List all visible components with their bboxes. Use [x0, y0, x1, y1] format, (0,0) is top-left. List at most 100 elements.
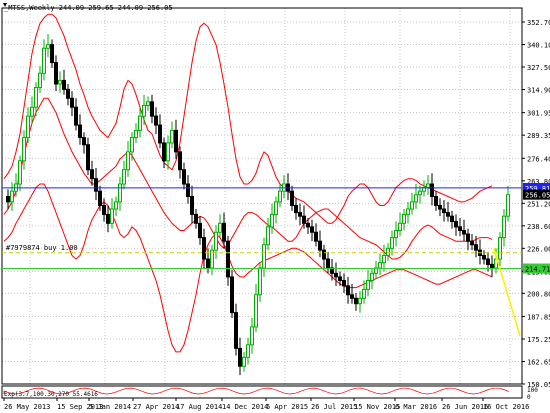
candle-body — [490, 263, 494, 269]
candle-body — [194, 213, 198, 224]
indicator-axis-bottom: 0 — [527, 394, 531, 401]
candle-body — [386, 247, 390, 256]
candle-body — [338, 276, 342, 281]
candle-body — [54, 62, 58, 85]
candle-body — [354, 297, 358, 305]
candle-body — [242, 356, 246, 367]
candle-body — [146, 101, 150, 106]
bollinger-lower-band — [3, 183, 493, 353]
candle-body — [34, 87, 38, 108]
green-line-price-label: 214.71 — [525, 265, 550, 273]
candle-body — [334, 272, 338, 278]
last-price-label: 256.05 — [525, 192, 550, 200]
price-axis-label: 314.90 — [527, 87, 550, 95]
candle-body — [238, 347, 242, 367]
candle-body — [342, 279, 346, 287]
candle-body — [170, 129, 174, 144]
candle-body — [450, 215, 454, 223]
price-axis-label: 352.70 — [527, 19, 550, 27]
candle-body — [274, 201, 278, 215]
indicator-label: Exp(3.7,100.30,270 55.4616 — [4, 391, 98, 398]
candle-body — [226, 240, 230, 278]
candle-body — [198, 222, 202, 239]
candle-body — [222, 222, 226, 242]
price-chart[interactable]: #7979874 buy 1.00 352.70 340.10 327.50 314.9… — [0, 0, 550, 413]
price-axis-label: 289.35 — [527, 132, 550, 140]
candle-body — [18, 160, 22, 185]
candle-body — [410, 201, 414, 210]
candle-body — [98, 190, 102, 206]
candle-body — [394, 229, 398, 239]
candle-body — [390, 237, 394, 249]
candle-body — [474, 244, 478, 251]
candle-body — [102, 204, 106, 215]
candle-body — [294, 204, 298, 214]
candle-body — [130, 137, 134, 153]
candle-body — [302, 215, 306, 224]
indicator-axis-top: 100 — [527, 387, 538, 394]
plot-frame — [1, 7, 523, 385]
candle-body — [362, 288, 366, 299]
candle-body — [174, 129, 178, 153]
chart-header: _MTSS,Weekly 244.09 259.65 244.09 256.05 — [4, 4, 173, 12]
price-axis-label: 162.65 — [527, 358, 550, 366]
candle-body — [318, 240, 322, 251]
candle-body — [186, 183, 190, 198]
candle-body — [154, 115, 158, 126]
candle-body — [62, 79, 66, 90]
candle-body — [430, 183, 434, 198]
candle-body — [78, 124, 82, 139]
date-axis-label: 26 Jun 2016 — [442, 403, 488, 411]
candle-body — [358, 297, 362, 305]
candle-body — [290, 190, 294, 206]
candle-body — [442, 208, 446, 214]
candle-body — [94, 178, 98, 192]
price-axis-label: 226.00 — [527, 245, 550, 253]
candle-body — [462, 229, 466, 235]
candle-body — [378, 262, 382, 269]
price-axis-label: 238.60 — [527, 223, 550, 231]
candle-body — [502, 215, 506, 239]
candle-body — [438, 204, 442, 210]
candle-body — [350, 294, 354, 299]
candle-body — [402, 213, 406, 224]
price-axis-label: 187.85 — [527, 313, 550, 321]
candle-body — [86, 144, 90, 171]
candle-body — [434, 196, 438, 206]
candle-body — [110, 208, 114, 224]
candle-body — [250, 326, 254, 346]
candle-body — [398, 222, 402, 231]
date-axis-label: 26 Jul 2015 — [311, 403, 357, 411]
candle-body — [50, 44, 54, 64]
candle-body — [46, 44, 50, 49]
candle-body — [382, 254, 386, 264]
candle-body — [298, 212, 302, 217]
candle-body — [346, 285, 350, 296]
candle-body — [22, 137, 26, 162]
candle-body — [306, 222, 310, 228]
candle-body — [122, 169, 126, 185]
date-axis-label: 26 May 2013 — [4, 403, 50, 411]
candle-body — [158, 124, 162, 144]
projection-line — [495, 255, 521, 337]
candle-body — [10, 190, 14, 203]
candle-body — [470, 240, 474, 246]
candle-body — [262, 244, 266, 269]
date-axis-label: 27 Apr 2014 — [133, 403, 179, 411]
date-axis-label: 5 Jan 2014 — [89, 403, 131, 411]
candle-body — [26, 115, 30, 139]
date-axis-label: 5 Apr 2015 — [266, 403, 308, 411]
candle-body — [42, 47, 46, 74]
candle-body — [322, 249, 326, 260]
candle-body — [82, 137, 86, 146]
price-axis-label: 276.40 — [527, 155, 550, 163]
candle-body — [114, 201, 118, 210]
candle-body — [266, 226, 270, 246]
date-axis-label: 17 Aug 2014 — [176, 403, 222, 411]
chart-window[interactable]: #7979874 buy 1.00 352.70 340.10 327.50 314.9… — [0, 0, 550, 413]
candle-body — [234, 312, 238, 349]
candle-body — [446, 212, 450, 217]
candle-body — [466, 233, 470, 242]
candle-body — [202, 237, 206, 260]
price-axis-label: 301.95 — [527, 110, 550, 118]
